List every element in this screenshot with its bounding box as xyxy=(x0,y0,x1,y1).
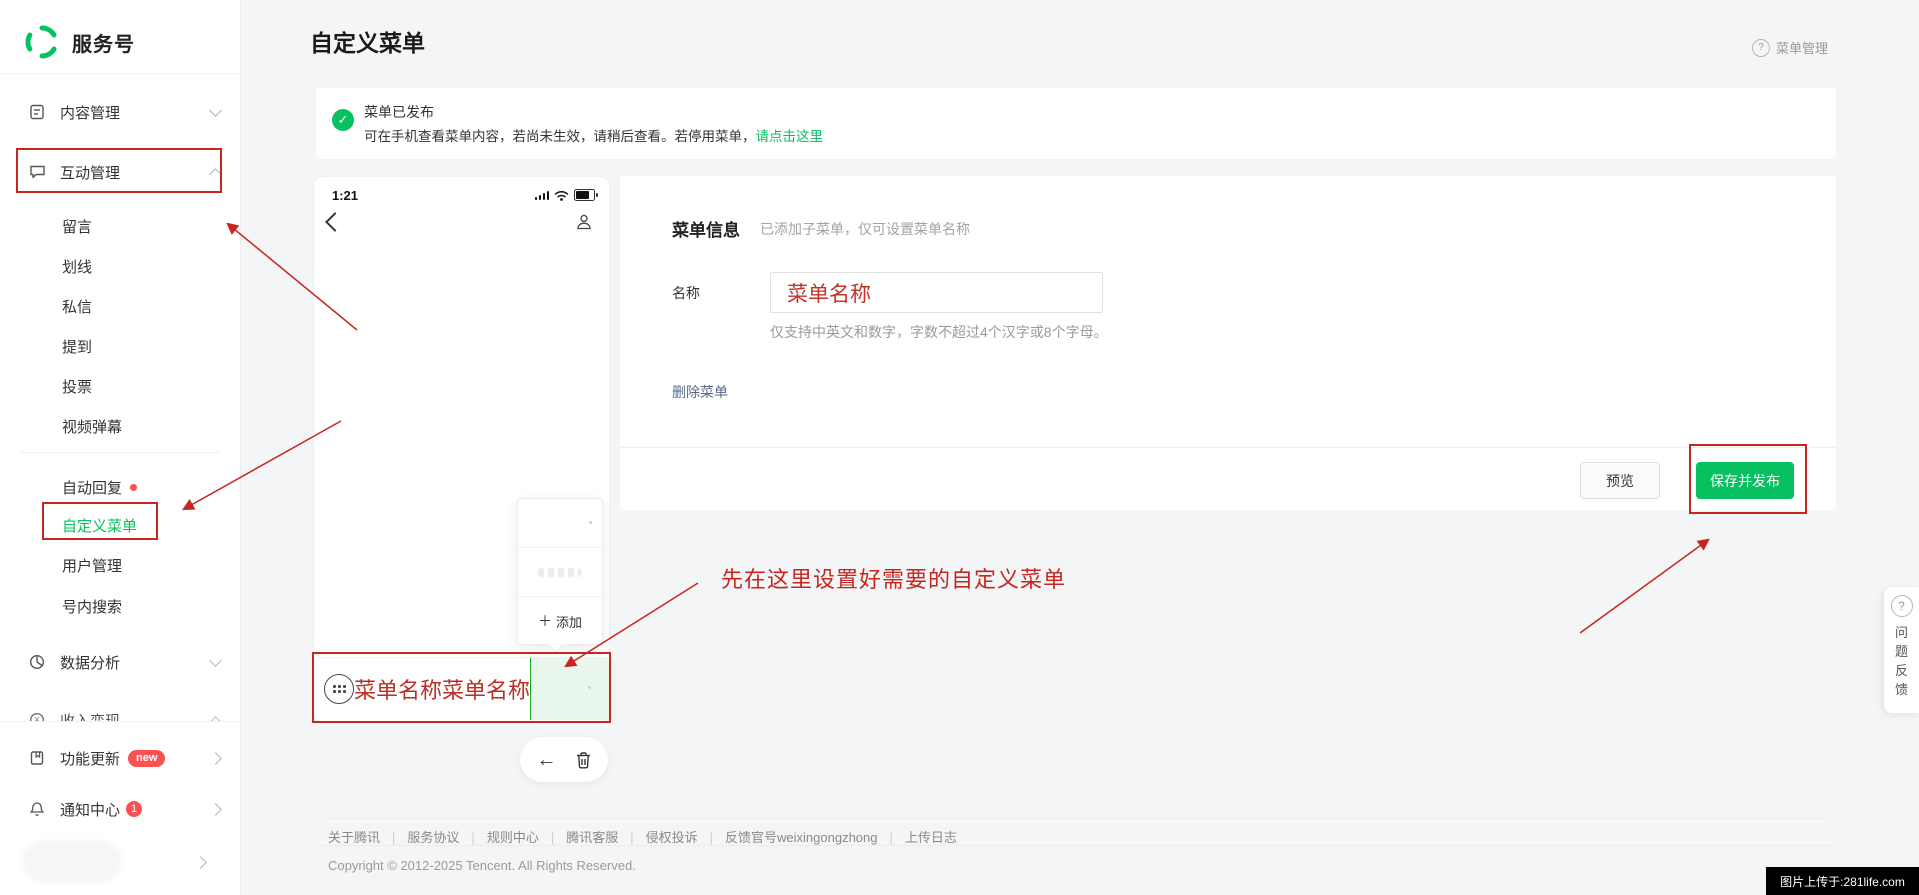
sidebar: 服务号 内容管理 互动管理 留言 划线 私信 提到 投票 视频弹幕 自动回复 自… xyxy=(0,0,240,895)
document-icon xyxy=(28,103,46,121)
censored-text xyxy=(538,567,582,577)
question-icon: ? xyxy=(1890,595,1913,617)
footer-link-about[interactable]: 关于腾讯 xyxy=(328,830,380,845)
notice-body: 可在手机查看菜单内容，若尚未生效，请稍后查看。若停用菜单，请点击这里 xyxy=(364,129,824,144)
section-title: 菜单信息 xyxy=(672,221,740,240)
phone-time: 1:21 xyxy=(332,188,359,203)
brand-name: 服务号 xyxy=(72,33,135,56)
plus-icon: ＋ xyxy=(537,613,552,629)
sidebar-item-feature-updates[interactable]: 功能更新 new xyxy=(0,738,240,778)
menu-management-help[interactable]: ? 菜单管理 xyxy=(1752,38,1828,57)
feedback-label: 问题反馈 xyxy=(1894,625,1908,697)
menu-info-card: 菜单信息 已添加子菜单，仅可设置菜单名称 名称 仅支持中英文和数字，字数不超过4… xyxy=(620,176,1836,510)
wifi-icon xyxy=(554,190,569,201)
signal-icon xyxy=(534,190,549,200)
chevron-down-icon xyxy=(209,103,222,117)
account-name-censored xyxy=(26,845,118,879)
wechat-logo-icon xyxy=(25,25,57,59)
phone-status-icons xyxy=(534,189,598,201)
name-hint: 仅支持中英文和数字，字数不超过4个汉字或8个字母。 xyxy=(770,324,1108,340)
chevron-down-icon xyxy=(209,653,222,667)
pie-chart-icon xyxy=(28,653,46,671)
book-icon xyxy=(28,749,46,767)
phone-preview: 1:21 ＋ 添加 菜单名称 ⋯ 菜单名称 xyxy=(313,176,616,723)
notification-count-badge: 1 xyxy=(126,801,143,817)
sidebar-item-mentions[interactable]: 提到 xyxy=(0,326,240,366)
back-chevron-icon[interactable] xyxy=(325,212,345,232)
battery-icon xyxy=(574,189,598,201)
trash-icon[interactable] xyxy=(575,751,592,769)
footer-link-feedback-account[interactable]: 反馈官号weixingongzhong xyxy=(725,830,877,845)
footer-link-support[interactable]: 腾讯客服 xyxy=(566,830,618,845)
popup-cell-empty[interactable] xyxy=(518,499,602,548)
faded-mark xyxy=(589,521,592,524)
sidebar-item-content-management[interactable]: 内容管理 xyxy=(0,92,240,132)
name-label: 名称 xyxy=(672,285,700,301)
footer-link-rules[interactable]: 规则中心 xyxy=(487,830,539,845)
sidebar-item-account-search[interactable]: 号内搜索 xyxy=(0,586,240,626)
phone-toolbar: ← xyxy=(520,737,608,782)
divider xyxy=(0,721,240,722)
new-badge: new xyxy=(128,749,166,767)
footer-link-infringement[interactable]: 侵权投诉 xyxy=(646,830,698,845)
phone-menu-bar: 菜单名称 ⋯ 菜单名称 xyxy=(316,657,616,720)
popup-cell-censored[interactable] xyxy=(518,548,602,597)
preview-button[interactable]: 预览 xyxy=(1580,462,1660,499)
copyright: Copyright © 2012-2025 Tencent. All Right… xyxy=(328,858,636,873)
menu-slot-1[interactable]: 菜单名称 xyxy=(354,673,442,705)
watermark: 图片上传于:281life.com xyxy=(1766,867,1919,895)
disable-menu-link[interactable]: 请点击这里 xyxy=(756,129,824,144)
publish-notice-card: ✓ 菜单已发布 可在手机查看菜单内容，若尚未生效，请稍后查看。若停用菜单，请点击… xyxy=(316,88,1836,159)
red-dot-badge xyxy=(130,483,138,491)
sidebar-item-user-management[interactable]: 用户管理 xyxy=(0,545,240,585)
sidebar-item-custom-menu[interactable]: 自定义菜单 xyxy=(0,505,240,545)
save-publish-button[interactable]: 保存并发布 xyxy=(1696,462,1794,499)
menu-slot-2[interactable]: ⋯ 菜单名称 xyxy=(432,673,530,705)
custom-menu-page: 服务号 内容管理 互动管理 留言 划线 私信 提到 投票 视频弹幕 自动回复 自… xyxy=(0,0,1919,895)
annotation-tip-text: 先在这里设置好需要的自定义菜单 xyxy=(721,568,1067,593)
footer-link-upload-log[interactable]: 上传日志 xyxy=(905,830,957,845)
notice-title: 菜单已发布 xyxy=(364,104,434,120)
footer-link-terms[interactable]: 服务协议 xyxy=(407,830,459,845)
sidebar-item-notification-center[interactable]: 通知中心 1 xyxy=(0,789,240,829)
faded-mark xyxy=(588,686,592,689)
sidebar-item-comments[interactable]: 留言 xyxy=(0,206,240,246)
sidebar-item-interaction-management[interactable]: 互动管理 xyxy=(0,152,240,192)
popup-add-button[interactable]: ＋ 添加 xyxy=(518,597,602,645)
footer-links: 关于腾讯 | 服务协议 | 规则中心 | 腾讯客服 | 侵权投诉 | 反馈官号weixingongz… xyxy=(328,818,1828,846)
menu-popup: ＋ 添加 xyxy=(517,498,603,645)
question-icon: ? xyxy=(1752,38,1770,57)
back-arrow-icon[interactable]: ← xyxy=(537,750,557,770)
yen-circle-icon: ¥ xyxy=(28,711,46,721)
person-icon[interactable] xyxy=(575,213,593,231)
menu-name-input[interactable] xyxy=(770,272,1103,313)
chevron-right-icon[interactable] xyxy=(194,856,207,869)
section-hint: 已添加子菜单，仅可设置菜单名称 xyxy=(760,221,970,237)
bell-icon xyxy=(28,800,46,818)
divider xyxy=(0,73,240,74)
check-circle-icon: ✓ xyxy=(332,109,354,131)
sidebar-item-data-analysis[interactable]: 数据分析 xyxy=(0,642,240,682)
chevron-up-icon xyxy=(209,167,222,181)
sidebar-item-monetization-clipped[interactable]: ¥ 收入变现 xyxy=(0,700,240,721)
chevron-right-icon xyxy=(209,802,222,816)
feedback-widget[interactable]: ? 问题反馈 xyxy=(1884,587,1919,713)
sidebar-item-private-message[interactable]: 私信 xyxy=(0,286,240,326)
sidebar-item-auto-reply[interactable]: 自动回复 xyxy=(0,467,240,507)
brand: 服务号 xyxy=(24,24,135,60)
page-title: 自定义菜单 xyxy=(310,30,425,56)
divider xyxy=(620,447,1836,448)
sidebar-item-video-danmu[interactable]: 视频弹幕 xyxy=(0,406,240,446)
chevron-right-icon xyxy=(209,751,222,765)
delete-menu-link[interactable]: 删除菜单 xyxy=(672,382,728,402)
faded-mark: ⋯ xyxy=(432,691,444,702)
divider xyxy=(316,845,1836,846)
keyboard-icon[interactable] xyxy=(324,674,354,704)
sidebar-item-votes[interactable]: 投票 xyxy=(0,366,240,406)
sidebar-item-underline[interactable]: 划线 xyxy=(0,246,240,286)
chat-bubble-icon xyxy=(28,163,46,181)
menu-slot-selected[interactable] xyxy=(530,658,616,720)
divider xyxy=(20,452,220,453)
